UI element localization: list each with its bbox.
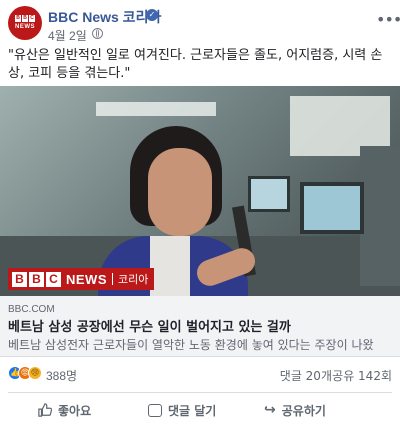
reaction-icons[interactable]: 👍 😡 😢	[8, 366, 48, 382]
link-title[interactable]: 베트남 삼성 공장에선 무슨 일이 벌어지고 있는 걸까	[8, 316, 291, 335]
avatar-bbc-blocks: B B C	[15, 15, 35, 22]
page-name-link[interactable]: BBC News 코리아	[48, 7, 161, 27]
share-arrow-icon: ↪	[264, 402, 276, 418]
image-ceiling-light	[96, 102, 216, 116]
comment-bubble-icon	[148, 403, 162, 417]
verified-badge-icon: ✓	[146, 9, 158, 21]
share-button[interactable]: ↪ 공유하기	[264, 399, 326, 421]
link-preview[interactable]: BBC.COM 베트남 삼성 공장에선 무슨 일이 벌어지고 있는 걸까 베트남…	[0, 296, 400, 357]
logo-divider	[112, 273, 113, 285]
post-text: "유산은 일반적인 일로 여겨진다. 근로자들은 졸도, 어지럼증, 시력 손상…	[8, 48, 383, 81]
share-button-label: 공유하기	[281, 403, 326, 418]
facebook-post-card: B B C NEWS BBC News 코리아 ✓ 4월 2일 · ••• "유…	[0, 0, 400, 427]
sad-reaction-icon: 😢	[28, 366, 42, 380]
post-header: B B C NEWS BBC News 코리아 ✓ 4월 2일 · •••	[8, 6, 400, 46]
public-globe-icon[interactable]	[92, 28, 103, 39]
logo-news-text: NEWS	[66, 271, 107, 287]
comments-count-link[interactable]: 댓글 20개	[280, 367, 332, 384]
logo-bbc-blocks: B B C	[12, 271, 61, 287]
engagement-stats: 👍 😡 😢 388명 댓글 20개 공유 142회	[8, 364, 392, 386]
more-options-icon[interactable]: •••	[376, 10, 400, 29]
reaction-count[interactable]: 388명	[46, 367, 77, 384]
logo-korea-text: 코리아	[118, 273, 149, 286]
avatar-bbc-letter-b1: B	[15, 15, 21, 22]
link-domain: BBC.COM	[8, 304, 55, 315]
separator-dot: ·	[82, 27, 86, 41]
image-monitor	[300, 182, 364, 234]
comment-button[interactable]: 댓글 달기	[148, 399, 216, 421]
avatar-bbc-letter-b2: B	[22, 15, 28, 22]
bbc-news-korea-logo: B B C NEWS 코리아	[8, 268, 155, 290]
logo-bbc-letter-b1: B	[12, 271, 27, 287]
thumbs-up-icon	[38, 403, 52, 417]
logo-bbc-letter-b2: B	[29, 271, 44, 287]
page-avatar[interactable]: B B C NEWS	[8, 6, 42, 40]
avatar-news-text: NEWS	[15, 24, 35, 30]
like-button[interactable]: 좋아요	[38, 399, 91, 421]
image-worker-shirt	[150, 236, 190, 296]
image-machine	[360, 146, 400, 286]
link-description: 베트남 삼성전자 근로자들이 열악한 노동 환경에 놓여 있다는 주장이 나왔	[8, 338, 374, 352]
like-button-label: 좋아요	[58, 403, 92, 418]
action-bar: 좋아요 댓글 달기 ↪ 공유하기	[8, 392, 392, 427]
logo-bbc-letter-c: C	[46, 271, 61, 287]
shares-count-link[interactable]: 공유 142회	[332, 367, 392, 384]
post-date-link[interactable]: 4월 2일	[48, 27, 87, 44]
image-monitor-small	[248, 176, 290, 212]
image-worker-face	[148, 148, 212, 236]
avatar-bbc-letter-c: C	[29, 15, 35, 22]
post-image[interactable]	[0, 86, 400, 296]
comment-button-label: 댓글 달기	[168, 403, 217, 418]
